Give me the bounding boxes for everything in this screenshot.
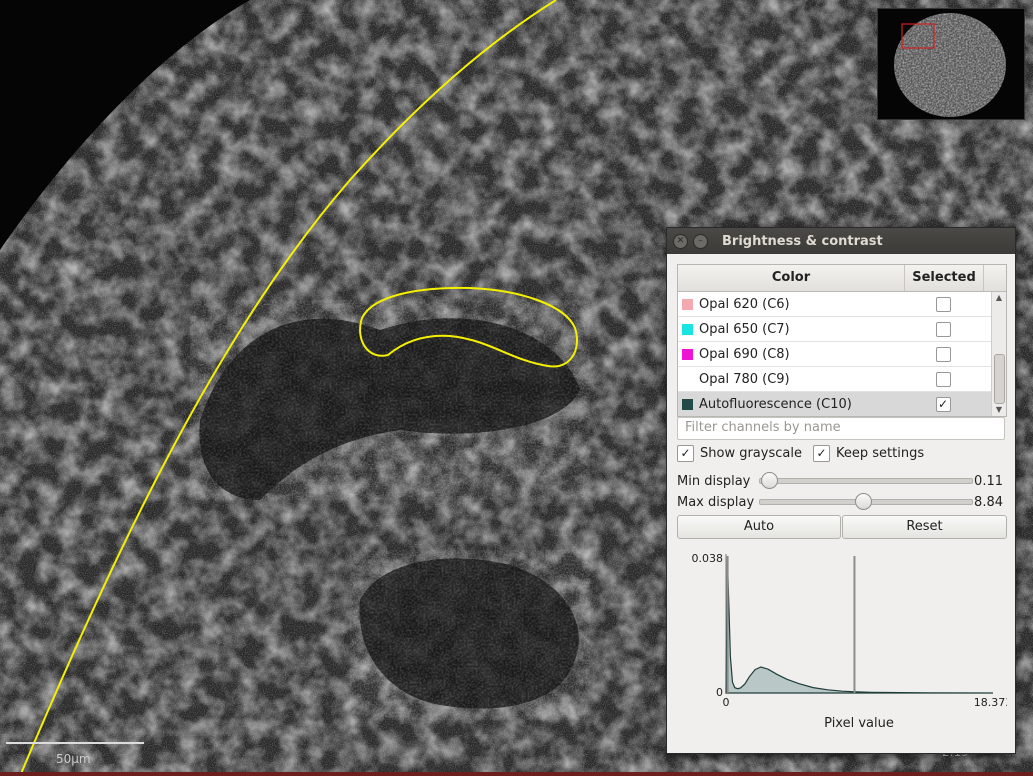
reset-button[interactable]: Reset: [842, 515, 1007, 539]
dialog-titlebar[interactable]: ✕ – Brightness & contrast: [667, 228, 1015, 254]
channel-selected-cell: [904, 296, 982, 312]
channel-color-swatch: [682, 398, 693, 410]
channel-selected-checkbox[interactable]: ✓: [935, 396, 951, 412]
dialog-title: Brightness & contrast: [722, 233, 883, 249]
scale-bar-label: 50µm: [56, 752, 91, 766]
channel-row[interactable]: Opal 620 (C6): [678, 292, 1006, 317]
status-strip: [0, 772, 1033, 776]
max-display-row: Max display 8.84: [677, 492, 1007, 512]
histogram-chart: 0.038 0 0 18.373 Pixel value: [692, 552, 1008, 731]
max-display-handle[interactable]: [854, 493, 872, 510]
auto-button[interactable]: Auto: [677, 515, 841, 539]
channel-row[interactable]: Opal 690 (C8): [678, 342, 1006, 367]
channel-table: Color Selected Opal 620 (C6) Opal 650 (C7…: [677, 264, 1007, 417]
channel-selected-cell: ✓: [904, 396, 982, 412]
column-header-color[interactable]: Color: [678, 265, 905, 291]
min-display-handle[interactable]: [761, 472, 779, 489]
table-header: Color Selected: [678, 265, 1006, 292]
filter-input[interactable]: [678, 418, 995, 437]
keep-settings-label: Keep settings: [836, 446, 925, 461]
min-display-value: 0.11: [974, 473, 1003, 489]
channel-selected-cell: [904, 321, 982, 337]
x-axis-min-label: 0: [723, 696, 730, 709]
channel-color-swatch: [682, 323, 693, 335]
max-display-value: 8.84: [974, 494, 1003, 510]
channel-rows: Opal 620 (C6) Opal 650 (C7) Opal 690 (C8) O…: [678, 292, 1006, 416]
overview-thumbnail[interactable]: [877, 8, 1025, 120]
channel-name: Opal 620 (C6): [699, 296, 790, 312]
max-display-label: Max display: [677, 494, 755, 510]
channel-selected-checkbox[interactable]: [935, 371, 951, 387]
y-axis-max-label: 0.038: [692, 552, 724, 565]
channel-name: Autofluorescence (C10): [699, 396, 852, 412]
keep-settings-option[interactable]: ✓ Keep settings: [813, 445, 924, 462]
channel-color-swatch: [682, 298, 693, 310]
channel-selected-checkbox[interactable]: [935, 321, 951, 337]
scale-bar: [6, 742, 144, 744]
x-axis-max-label: 18.373: [974, 696, 1007, 709]
histogram-area: [725, 563, 994, 694]
channel-color-swatch: [682, 348, 693, 360]
channel-row[interactable]: Opal 650 (C7): [678, 317, 1006, 342]
max-display-slider[interactable]: [759, 493, 973, 510]
show-grayscale-label: Show grayscale: [700, 446, 802, 461]
channel-row[interactable]: Autofluorescence (C10) ✓: [678, 392, 1006, 416]
channel-selected-checkbox[interactable]: [935, 296, 951, 312]
table-scrollbar[interactable]: ▲ ▼: [991, 292, 1006, 416]
min-display-label: Min display: [677, 473, 751, 489]
min-display-row: Min display 0.11: [677, 471, 1007, 491]
channel-selected-checkbox[interactable]: [935, 346, 951, 362]
minimize-icon[interactable]: –: [693, 233, 708, 249]
close-icon[interactable]: ✕: [673, 233, 688, 249]
channel-name: Opal 650 (C7): [699, 321, 790, 337]
channel-name: Opal 780 (C9): [699, 371, 790, 387]
keep-settings-checkbox[interactable]: ✓: [813, 445, 830, 462]
show-grayscale-option[interactable]: ✓ Show grayscale: [677, 445, 802, 462]
channel-color-swatch: [682, 373, 693, 385]
channel-selected-cell: [904, 371, 982, 387]
min-display-slider[interactable]: [759, 472, 973, 489]
show-grayscale-checkbox[interactable]: ✓: [677, 445, 694, 462]
scrollbar-thumb[interactable]: [994, 354, 1005, 404]
column-header-selected[interactable]: Selected: [905, 265, 984, 291]
channel-name: Opal 690 (C8): [699, 346, 790, 362]
channel-row[interactable]: Opal 780 (C9): [678, 367, 1006, 392]
channel-selected-cell: [904, 346, 982, 362]
x-axis-title: Pixel value: [824, 716, 894, 731]
scroll-up-icon[interactable]: ▲: [992, 292, 1006, 304]
filter-field[interactable]: [677, 417, 1005, 440]
brightness-contrast-dialog: ✕ – Brightness & contrast Color Selected…: [666, 227, 1016, 754]
scroll-down-icon[interactable]: ▼: [992, 404, 1006, 416]
